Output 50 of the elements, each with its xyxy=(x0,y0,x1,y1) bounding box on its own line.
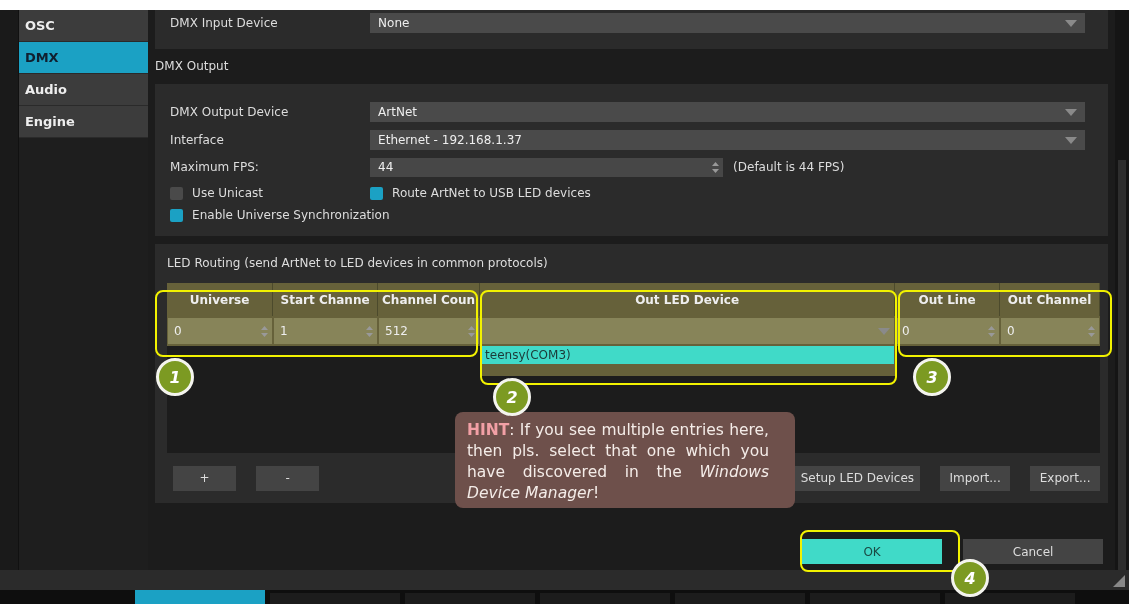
field-label: Maximum FPS: xyxy=(169,160,260,174)
checkbox-label: Route ArtNet to USB LED devices xyxy=(392,186,591,200)
dropdown-field[interactable]: None xyxy=(370,13,1086,33)
checkbox[interactable] xyxy=(170,208,184,222)
checkbox[interactable] xyxy=(370,186,384,200)
hint-callout: HINT: If you see multiple entries here, then pls. select that one which you have discovered in the Windows Device Manager! xyxy=(455,412,795,508)
dropdown-field[interactable]: ArtNet xyxy=(370,102,1086,122)
bottom-tab[interactable] xyxy=(945,590,1075,604)
spinner-arrows-icon[interactable] xyxy=(988,324,996,338)
dropdown-cell[interactable] xyxy=(481,318,895,344)
dialog-button[interactable]: Cancel xyxy=(963,539,1104,564)
field-label: DMX Output Device xyxy=(169,105,290,119)
field-label: DMX Input Device xyxy=(169,16,279,30)
checkbox-label: Use Unicast xyxy=(192,186,263,200)
dialog-button[interactable]: OK xyxy=(802,539,943,564)
spinner-arrows-icon[interactable] xyxy=(712,160,720,174)
column-header: Out Line xyxy=(895,283,1001,316)
section-title: DMX Output xyxy=(155,59,229,73)
dropdown-caret-icon[interactable] xyxy=(1065,108,1078,116)
sidebar-item[interactable]: Audio xyxy=(18,74,149,106)
action-button[interactable]: Setup LED Devices xyxy=(794,465,921,491)
spinner-arrows-icon[interactable] xyxy=(261,324,269,338)
spinner-arrows-icon[interactable] xyxy=(468,324,476,338)
resize-grip-icon[interactable] xyxy=(1113,575,1125,587)
spinner-field[interactable]: 44 xyxy=(370,157,724,177)
checkbox-label: Enable Universe Synchronization xyxy=(192,208,390,222)
sidebar-item[interactable]: OSC xyxy=(18,10,149,42)
dropdown-caret-icon[interactable] xyxy=(878,327,891,335)
dropdown-field[interactable]: Ethernet - 192.168.1.37 xyxy=(370,130,1086,150)
field-label: Interface xyxy=(169,133,225,147)
column-header: Start Channe xyxy=(273,283,379,316)
action-button[interactable]: Export... xyxy=(1030,465,1101,491)
scrollbar[interactable] xyxy=(1118,160,1127,570)
dropdown-caret-icon[interactable] xyxy=(1065,19,1078,27)
column-header: Universe xyxy=(167,283,274,316)
column-header: Out Channel xyxy=(1000,283,1101,316)
remove-button[interactable]: - xyxy=(256,465,320,491)
sidebar-item[interactable]: DMX xyxy=(18,42,149,74)
field-note: (Default is 44 FPS) xyxy=(733,160,845,174)
spinner-arrows-icon[interactable] xyxy=(366,324,374,338)
checkbox[interactable] xyxy=(170,186,184,200)
column-header: Channel Coun xyxy=(378,283,481,316)
spinner-arrows-icon[interactable] xyxy=(1088,324,1096,338)
add-button[interactable]: + xyxy=(173,465,237,491)
action-button[interactable]: Import... xyxy=(940,465,1011,491)
dropdown-option[interactable]: teensy(COM3) xyxy=(481,346,895,364)
section-title: LED Routing (send ArtNet to LED devices in common protocols) xyxy=(166,255,549,272)
column-header: Out LED Device xyxy=(480,283,896,316)
dropdown-caret-icon[interactable] xyxy=(1065,136,1078,144)
sidebar-item[interactable]: Engine xyxy=(18,106,149,138)
